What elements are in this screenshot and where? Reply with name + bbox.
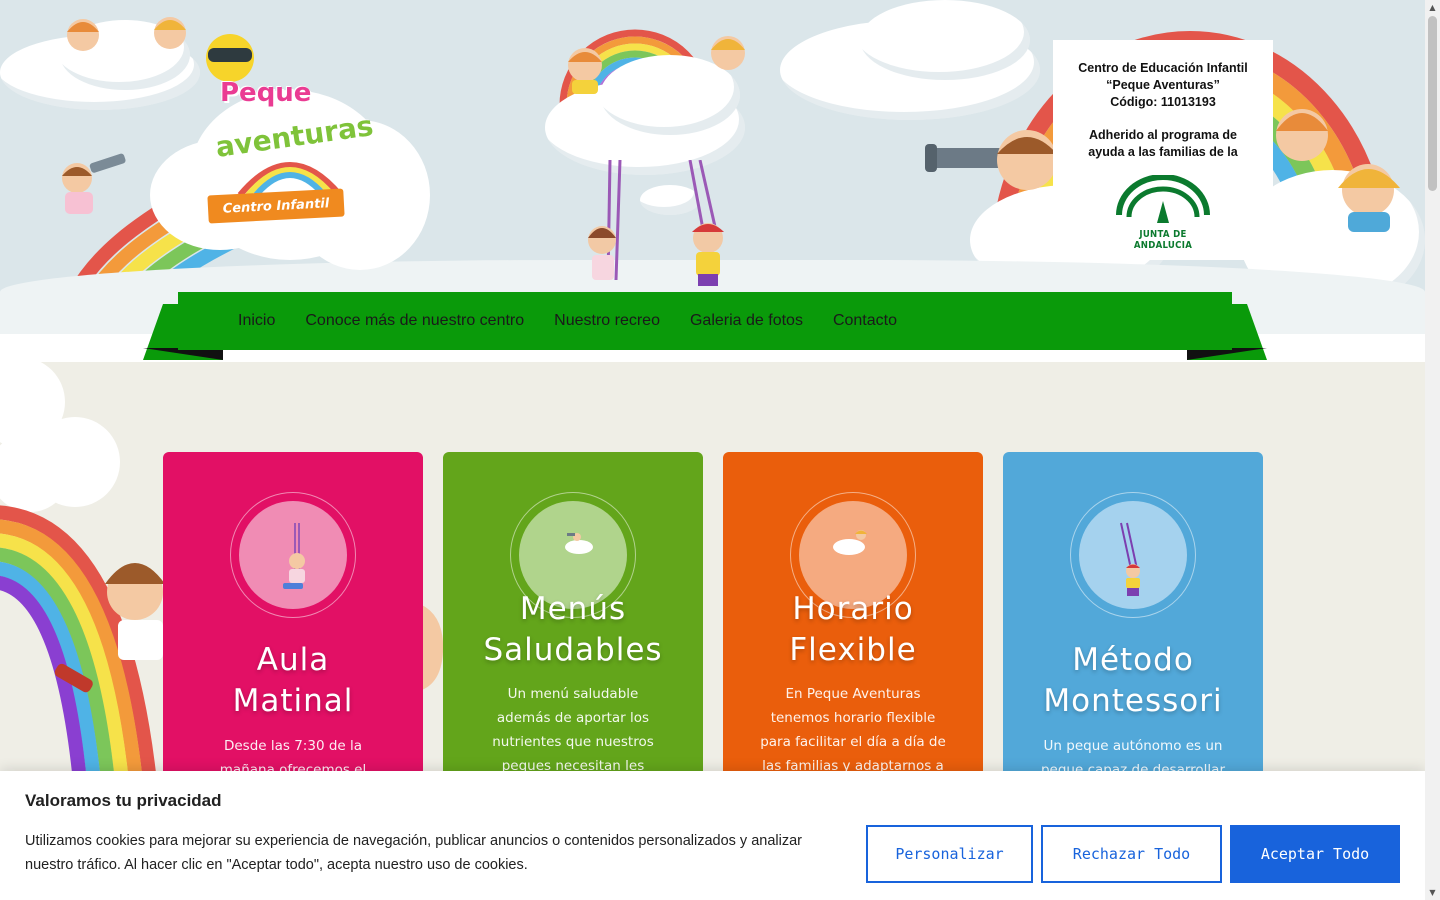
- logo-rainbow-icon: [237, 162, 343, 195]
- nav-item-galeria[interactable]: Galeria de fotos: [690, 312, 803, 330]
- logo-banner-text: Centro Infantil: [222, 195, 330, 217]
- card-title: Método: [1072, 642, 1194, 678]
- logo-text-line1: Peque: [220, 78, 312, 108]
- info-line: Código: 11013193: [1110, 95, 1216, 109]
- card-icon-bg: [239, 501, 347, 609]
- card-icon-ring: [230, 492, 356, 618]
- boy-swing-icon: [1120, 522, 1140, 596]
- card-text: Un menú saludable: [507, 686, 639, 702]
- info-line: Adherido al programa de: [1089, 128, 1237, 142]
- accept-all-button[interactable]: Aceptar Todo: [1230, 825, 1400, 883]
- nav-item-conoce[interactable]: Conoce más de nuestro centro: [305, 312, 524, 330]
- card-text: además de aportar los: [496, 710, 650, 726]
- card-title: Matinal: [232, 683, 354, 719]
- cookie-title: Valoramos tu privacidad: [25, 791, 222, 810]
- junta-emblem-icon: [1116, 174, 1210, 223]
- reject-all-button[interactable]: Rechazar Todo: [1041, 825, 1222, 883]
- scrollbar-thumb[interactable]: [1428, 16, 1437, 191]
- info-line: “Peque Aventuras”: [1106, 78, 1220, 92]
- card-title: Aula: [256, 642, 330, 678]
- customize-button[interactable]: Personalizar: [866, 825, 1033, 883]
- girl-swing-icon: [283, 523, 305, 589]
- info-line: ayuda a las familias de la: [1088, 145, 1238, 159]
- card-text: tenemos horario flexible: [770, 710, 936, 726]
- main-nav: Inicio Conoce más de nuestro centro Nues…: [178, 292, 1232, 350]
- card-title: Menús: [519, 591, 627, 627]
- card-icon-ring: [1070, 492, 1196, 618]
- cloud: [860, 0, 1030, 80]
- junta-andalucia-logo[interactable]: JUNTA DE ANDALUCIA: [1113, 174, 1213, 251]
- card-title: Saludables: [483, 632, 663, 668]
- info-box: Centro de Educación Infantil “Peque Aven…: [1053, 40, 1273, 260]
- card-title: Flexible: [789, 632, 917, 668]
- page-scrollbar[interactable]: ▲ ▼: [1425, 0, 1440, 900]
- card-text: Un peque autónomo es un: [1043, 738, 1223, 754]
- nav-item-recreo[interactable]: Nuestro recreo: [554, 312, 660, 330]
- card-title: Montessori: [1043, 683, 1223, 719]
- cookie-consent-banner: Valoramos tu privacidad Utilizamos cooki…: [0, 771, 1425, 900]
- site-logo[interactable]: Peque aventuras Centro Infantil: [150, 20, 430, 270]
- kid-illustration: [67, 19, 99, 51]
- kid-illustration: [1338, 164, 1400, 232]
- kids-swing-illustration: [588, 160, 724, 286]
- kid-illustration: [568, 48, 602, 94]
- nav-item-inicio[interactable]: Inicio: [238, 312, 275, 330]
- cookie-text: Utilizamos cookies para mejorar su exper…: [25, 833, 802, 873]
- junta-label: JUNTA DE ANDALUCIA: [1133, 229, 1193, 251]
- kid-illustration: [711, 36, 745, 70]
- card-text: nutrientes que nuestros: [492, 734, 654, 750]
- card-text: Desde las 7:30 de la: [223, 738, 363, 754]
- nav-item-contacto[interactable]: Contacto: [833, 312, 897, 330]
- rainbow-kid-illustration: [0, 362, 165, 782]
- card-text: En Peque Aventuras: [785, 686, 921, 702]
- card-icon-bg: [1079, 501, 1187, 609]
- scroll-down-icon[interactable]: ▼: [1425, 885, 1440, 900]
- info-line: Centro de Educación Infantil: [1078, 61, 1248, 75]
- card-title: Horario: [792, 591, 914, 627]
- scroll-up-icon[interactable]: ▲: [1425, 0, 1440, 15]
- card-text: para facilitar el día a día de: [760, 734, 946, 750]
- kid-telescope-illustration: [62, 153, 126, 214]
- kid-telescope-illustration: [925, 130, 1057, 190]
